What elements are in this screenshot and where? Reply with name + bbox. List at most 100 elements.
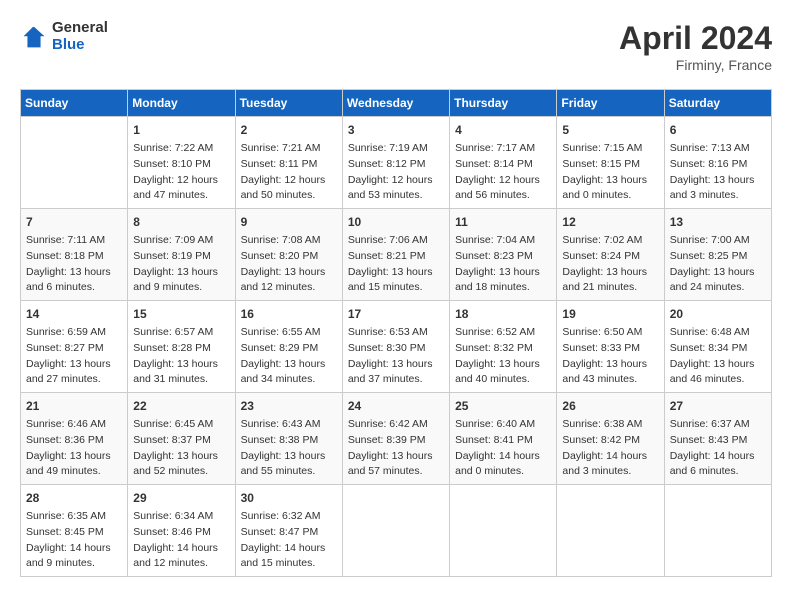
day-number: 16 [241, 305, 337, 323]
calendar-cell: 6 Sunrise: 7:13 AM Sunset: 8:16 PM Daylig… [664, 117, 771, 209]
day-info: Sunrise: 7:06 AM Sunset: 8:21 PM Dayligh… [348, 233, 444, 296]
calendar-cell: 21 Sunrise: 6:46 AM Sunset: 8:36 PM Dayli… [21, 393, 128, 485]
logo-general: General [52, 20, 108, 37]
day-info: Sunrise: 7:09 AM Sunset: 8:19 PM Dayligh… [133, 233, 229, 296]
day-info: Sunrise: 6:50 AM Sunset: 8:33 PM Dayligh… [562, 325, 658, 388]
calendar-week-row: 1 Sunrise: 7:22 AM Sunset: 8:10 PM Daylig… [21, 117, 772, 209]
day-number: 5 [562, 121, 658, 139]
day-number: 26 [562, 397, 658, 415]
day-info: Sunrise: 6:37 AM Sunset: 8:43 PM Dayligh… [670, 417, 766, 480]
calendar-cell: 20 Sunrise: 6:48 AM Sunset: 8:34 PM Dayli… [664, 301, 771, 393]
day-info: Sunrise: 6:59 AM Sunset: 8:27 PM Dayligh… [26, 325, 122, 388]
calendar-cell [342, 485, 449, 577]
weekday-header-tuesday: Tuesday [235, 90, 342, 117]
day-info: Sunrise: 7:19 AM Sunset: 8:12 PM Dayligh… [348, 141, 444, 204]
day-info: Sunrise: 7:17 AM Sunset: 8:14 PM Dayligh… [455, 141, 551, 204]
day-info: Sunrise: 6:46 AM Sunset: 8:36 PM Dayligh… [26, 417, 122, 480]
day-number: 15 [133, 305, 229, 323]
day-number: 25 [455, 397, 551, 415]
calendar-cell: 18 Sunrise: 6:52 AM Sunset: 8:32 PM Dayli… [450, 301, 557, 393]
day-info: Sunrise: 6:43 AM Sunset: 8:38 PM Dayligh… [241, 417, 337, 480]
day-info: Sunrise: 6:35 AM Sunset: 8:45 PM Dayligh… [26, 509, 122, 572]
calendar-cell: 11 Sunrise: 7:04 AM Sunset: 8:23 PM Dayli… [450, 209, 557, 301]
day-number: 7 [26, 213, 122, 231]
day-info: Sunrise: 7:13 AM Sunset: 8:16 PM Dayligh… [670, 141, 766, 204]
calendar-cell: 29Sunrise: 6:34 AM Sunset: 8:46 PM Dayli… [128, 485, 235, 577]
calendar-cell: 27 Sunrise: 6:37 AM Sunset: 8:43 PM Dayli… [664, 393, 771, 485]
day-info: Sunrise: 6:52 AM Sunset: 8:32 PM Dayligh… [455, 325, 551, 388]
day-number: 2 [241, 121, 337, 139]
calendar-cell: 14Sunrise: 6:59 AM Sunset: 8:27 PM Dayli… [21, 301, 128, 393]
day-info: Sunrise: 7:22 AM Sunset: 8:10 PM Dayligh… [133, 141, 229, 204]
day-info: Sunrise: 6:57 AM Sunset: 8:28 PM Dayligh… [133, 325, 229, 388]
day-info: Sunrise: 6:40 AM Sunset: 8:41 PM Dayligh… [455, 417, 551, 480]
day-number: 13 [670, 213, 766, 231]
day-number: 21 [26, 397, 122, 415]
day-number: 6 [670, 121, 766, 139]
calendar-cell: 15 Sunrise: 6:57 AM Sunset: 8:28 PM Dayli… [128, 301, 235, 393]
calendar-cell: 25 Sunrise: 6:40 AM Sunset: 8:41 PM Dayli… [450, 393, 557, 485]
day-number: 19 [562, 305, 658, 323]
day-info: Sunrise: 6:38 AM Sunset: 8:42 PM Dayligh… [562, 417, 658, 480]
day-info: Sunrise: 6:55 AM Sunset: 8:29 PM Dayligh… [241, 325, 337, 388]
calendar-week-row: 21 Sunrise: 6:46 AM Sunset: 8:36 PM Dayli… [21, 393, 772, 485]
calendar-cell: 7 Sunrise: 7:11 AM Sunset: 8:18 PM Daylig… [21, 209, 128, 301]
calendar-cell: 12Sunrise: 7:02 AM Sunset: 8:24 PM Dayli… [557, 209, 664, 301]
calendar-cell: 8 Sunrise: 7:09 AM Sunset: 8:19 PM Daylig… [128, 209, 235, 301]
day-number: 23 [241, 397, 337, 415]
calendar-cell [557, 485, 664, 577]
calendar-cell: 28 Sunrise: 6:35 AM Sunset: 8:45 PM Dayli… [21, 485, 128, 577]
calendar-cell: 26 Sunrise: 6:38 AM Sunset: 8:42 PM Dayli… [557, 393, 664, 485]
calendar-cell: 24 Sunrise: 6:42 AM Sunset: 8:39 PM Dayli… [342, 393, 449, 485]
weekday-header-row: SundayMondayTuesdayWednesdayThursdayFrid… [21, 90, 772, 117]
day-info: Sunrise: 7:08 AM Sunset: 8:20 PM Dayligh… [241, 233, 337, 296]
logo-icon [20, 23, 48, 51]
calendar-week-row: 14Sunrise: 6:59 AM Sunset: 8:27 PM Dayli… [21, 301, 772, 393]
day-number: 8 [133, 213, 229, 231]
calendar-cell [664, 485, 771, 577]
day-number: 22 [133, 397, 229, 415]
day-number: 27 [670, 397, 766, 415]
month-year-title: April 2024 [619, 20, 772, 57]
weekday-header-thursday: Thursday [450, 90, 557, 117]
day-info: Sunrise: 7:15 AM Sunset: 8:15 PM Dayligh… [562, 141, 658, 204]
day-number: 28 [26, 489, 122, 507]
day-number: 18 [455, 305, 551, 323]
day-info: Sunrise: 6:32 AM Sunset: 8:47 PM Dayligh… [241, 509, 337, 572]
calendar-cell: 17 Sunrise: 6:53 AM Sunset: 8:30 PM Dayli… [342, 301, 449, 393]
day-info: Sunrise: 7:04 AM Sunset: 8:23 PM Dayligh… [455, 233, 551, 296]
day-info: Sunrise: 6:48 AM Sunset: 8:34 PM Dayligh… [670, 325, 766, 388]
weekday-header-monday: Monday [128, 90, 235, 117]
day-info: Sunrise: 6:53 AM Sunset: 8:30 PM Dayligh… [348, 325, 444, 388]
day-number: 11 [455, 213, 551, 231]
day-number: 17 [348, 305, 444, 323]
day-info: Sunrise: 6:34 AM Sunset: 8:46 PM Dayligh… [133, 509, 229, 572]
calendar-cell: 10 Sunrise: 7:06 AM Sunset: 8:21 PM Dayli… [342, 209, 449, 301]
day-number: 24 [348, 397, 444, 415]
day-info: Sunrise: 7:11 AM Sunset: 8:18 PM Dayligh… [26, 233, 122, 296]
day-number: 1 [133, 121, 229, 139]
calendar-cell: 22Sunrise: 6:45 AM Sunset: 8:37 PM Dayli… [128, 393, 235, 485]
calendar-cell: 30 Sunrise: 6:32 AM Sunset: 8:47 PM Dayli… [235, 485, 342, 577]
page-header: General Blue April 2024 Firminy, France [20, 20, 772, 73]
day-number: 30 [241, 489, 337, 507]
calendar-cell: 1 Sunrise: 7:22 AM Sunset: 8:10 PM Daylig… [128, 117, 235, 209]
logo-blue: Blue [52, 37, 108, 54]
calendar-cell: 4Sunrise: 7:17 AM Sunset: 8:14 PM Daylig… [450, 117, 557, 209]
calendar-cell [21, 117, 128, 209]
calendar-table: SundayMondayTuesdayWednesdayThursdayFrid… [20, 89, 772, 577]
calendar-week-row: 28 Sunrise: 6:35 AM Sunset: 8:45 PM Dayli… [21, 485, 772, 577]
day-info: Sunrise: 6:42 AM Sunset: 8:39 PM Dayligh… [348, 417, 444, 480]
day-number: 20 [670, 305, 766, 323]
weekday-header-wednesday: Wednesday [342, 90, 449, 117]
calendar-cell [450, 485, 557, 577]
day-number: 10 [348, 213, 444, 231]
weekday-header-saturday: Saturday [664, 90, 771, 117]
location-text: Firminy, France [619, 57, 772, 73]
calendar-cell: 13Sunrise: 7:00 AM Sunset: 8:25 PM Dayli… [664, 209, 771, 301]
title-block: April 2024 Firminy, France [619, 20, 772, 73]
calendar-cell: 23 Sunrise: 6:43 AM Sunset: 8:38 PM Dayli… [235, 393, 342, 485]
logo-text: General Blue [52, 20, 108, 53]
day-number: 3 [348, 121, 444, 139]
calendar-cell: 16 Sunrise: 6:55 AM Sunset: 8:29 PM Dayli… [235, 301, 342, 393]
